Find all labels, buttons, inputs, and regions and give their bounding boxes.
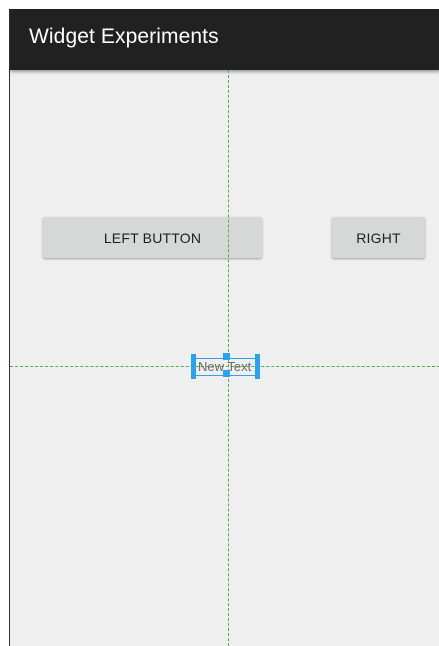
resize-handle-left[interactable]: [191, 354, 196, 379]
resize-handle-bottom[interactable]: [223, 370, 230, 377]
resize-handle-right[interactable]: [255, 354, 260, 379]
device-preview: Widget Experiments LEFT BUTTON RIGHT New…: [9, 9, 439, 646]
resize-handle-top[interactable]: [223, 353, 230, 360]
selected-text-view[interactable]: New Text: [191, 353, 260, 379]
app-bar: Widget Experiments: [10, 9, 439, 70]
right-button[interactable]: RIGHT: [332, 217, 425, 258]
app-title: Widget Experiments: [29, 25, 219, 48]
layout-canvas[interactable]: LEFT BUTTON RIGHT New Text: [10, 70, 439, 646]
left-button[interactable]: LEFT BUTTON: [43, 217, 262, 258]
